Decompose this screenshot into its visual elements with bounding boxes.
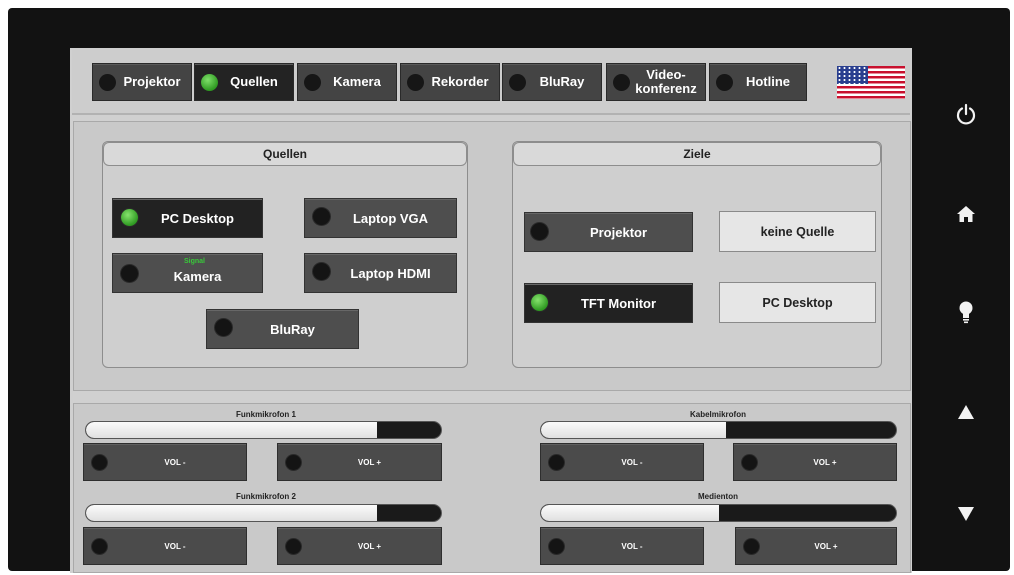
vol-up-button[interactable]: VOL + [735,527,897,565]
status-led [549,455,564,470]
vol-down-button[interactable]: VOL - [83,443,247,481]
vol-down-button[interactable]: VOL - [540,527,704,565]
nav-button-videokonferenz[interactable]: Video- konferenz [606,63,706,101]
nav-label: Kamera [333,74,381,89]
touch-screen: Projektor Quellen Kamera Rekorder BluRay… [70,48,912,573]
status-led [121,265,138,282]
top-nav-bar: Projektor Quellen Kamera Rekorder BluRay… [72,50,910,115]
source-button-kamera[interactable]: Signal Kamera [112,253,263,293]
vol-up-button[interactable]: VOL + [277,443,442,481]
volume-bar[interactable] [85,421,442,439]
status-led-active [121,209,138,226]
status-led [286,539,301,554]
source-button-laptop-hdmi[interactable]: Laptop HDMI [304,253,457,293]
status-led [92,539,107,554]
status-led [407,74,424,91]
status-led [613,74,630,91]
flag-canton [837,66,868,84]
volume-level [86,422,378,438]
source-label: Laptop HDMI [350,265,431,281]
audio-channel-name: Medienton [698,492,738,501]
nav-label: Hotline [745,74,791,89]
arrow-down-icon[interactable] [952,500,980,528]
volume-bar[interactable] [540,421,897,439]
status-led [742,455,757,470]
vol-label: VOL + [357,541,382,551]
audio-channel-name: Funkmikrofon 2 [235,492,296,501]
volume-level [541,505,719,521]
nav-label: Projektor [123,74,181,89]
vol-down-button[interactable]: VOL - [83,527,247,565]
source-button-laptop-vga[interactable]: Laptop VGA [304,198,457,238]
vol-up-button[interactable]: VOL + [277,527,442,565]
target-button-projektor[interactable]: Projektor [524,212,693,252]
target-button-tft-monitor[interactable]: TFT Monitor [524,283,693,323]
volume-bar[interactable] [540,504,897,522]
source-label: Laptop VGA [352,210,429,226]
nav-button-rekorder[interactable]: Rekorder [400,63,500,101]
target-current-source-tft-monitor: PC Desktop [719,282,876,323]
source-label: BluRay [270,321,315,337]
volume-level [541,422,726,438]
status-led [744,539,759,554]
power-icon[interactable] [952,100,980,128]
source-button-bluray[interactable]: BluRay [206,309,359,349]
source-label: Kamera [173,268,222,284]
status-led-active [201,74,218,91]
vol-label: VOL - [164,457,186,467]
status-led [99,74,116,91]
target-label: TFT Monitor [580,295,657,311]
nav-label: BluRay [539,74,585,89]
targets-group: Ziele [512,141,882,368]
nav-label: Quellen [230,74,278,89]
nav-button-bluray[interactable]: BluRay [502,63,602,101]
status-led [549,539,564,554]
status-led [509,74,526,91]
volume-bar[interactable] [85,504,442,522]
target-label: Projektor [589,224,648,240]
vol-label: VOL + [814,541,838,551]
status-led [215,319,232,336]
vol-label: VOL - [621,457,643,467]
audio-panel: Funkmikrofon 1 VOL - VOL + Kabelmikrofon… [73,403,911,573]
vol-up-button[interactable]: VOL + [733,443,897,481]
status-led [313,208,330,225]
nav-button-hotline[interactable]: Hotline [709,63,807,101]
vol-label: VOL + [357,457,382,467]
audio-channel-name: Kabelmikrofon [689,410,746,419]
target-current-source-projektor: keine Quelle [719,211,876,252]
vol-label: VOL + [813,457,837,467]
status-led [304,74,321,91]
source-button-pc-desktop[interactable]: PC Desktop [112,198,263,238]
nav-button-quellen[interactable]: Quellen [194,63,294,101]
status-led [286,455,301,470]
nav-label: Rekorder [431,74,489,89]
home-icon[interactable] [952,200,980,228]
vol-label: VOL - [621,541,643,551]
routing-panel: Quellen PC Desktop Laptop VGA Signal Kam… [73,121,911,391]
nav-label: Video- konferenz [635,67,697,96]
sources-header: Quellen [103,142,467,166]
arrow-up-icon[interactable] [952,398,980,426]
status-led [313,263,330,280]
us-flag-icon[interactable] [837,66,905,99]
targets-header: Ziele [513,142,881,166]
status-led [531,223,548,240]
source-label: PC Desktop [161,210,234,226]
status-led-active [531,294,548,311]
status-led [716,74,733,91]
volume-level [86,505,378,521]
vol-label: VOL - [164,541,186,551]
nav-button-projektor[interactable]: Projektor [92,63,192,101]
vol-down-button[interactable]: VOL - [540,443,704,481]
audio-channel-name: Funkmikrofon 1 [235,410,296,419]
lightbulb-icon[interactable] [952,298,980,326]
status-led [92,455,107,470]
nav-button-kamera[interactable]: Kamera [297,63,397,101]
